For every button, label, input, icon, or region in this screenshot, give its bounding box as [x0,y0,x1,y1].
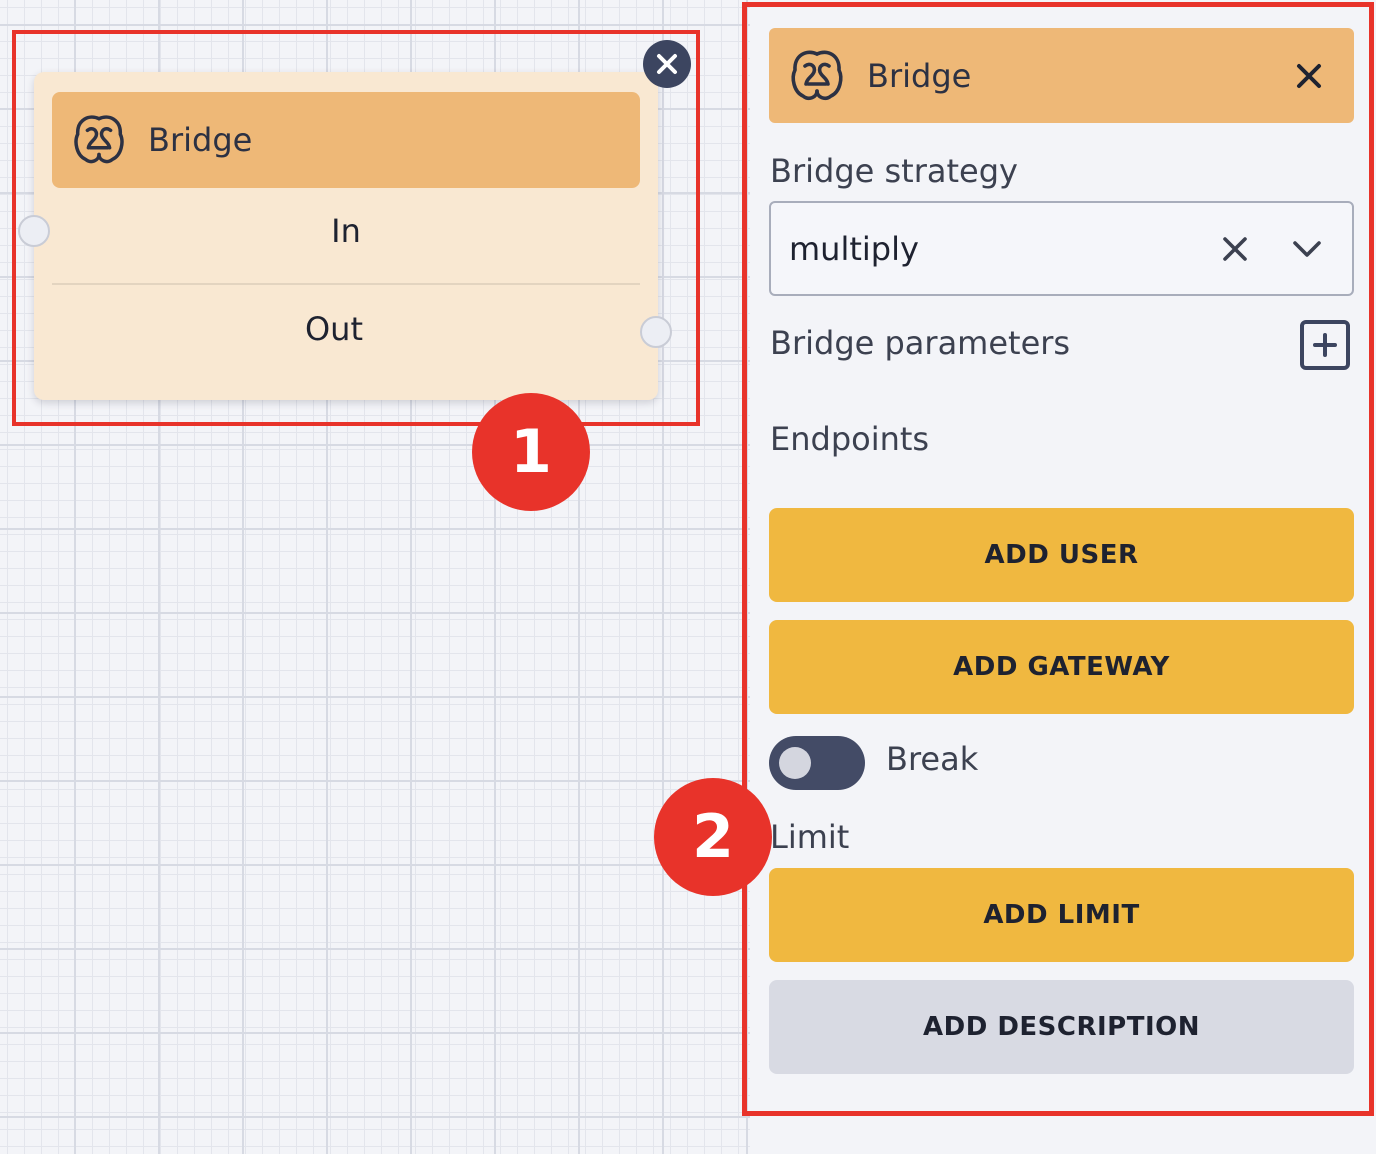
highlight-box-node [12,30,700,426]
highlight-box-panel [742,2,1374,1116]
callout-badge-1: 1 [472,393,590,511]
callout-badge-2: 2 [654,778,772,896]
